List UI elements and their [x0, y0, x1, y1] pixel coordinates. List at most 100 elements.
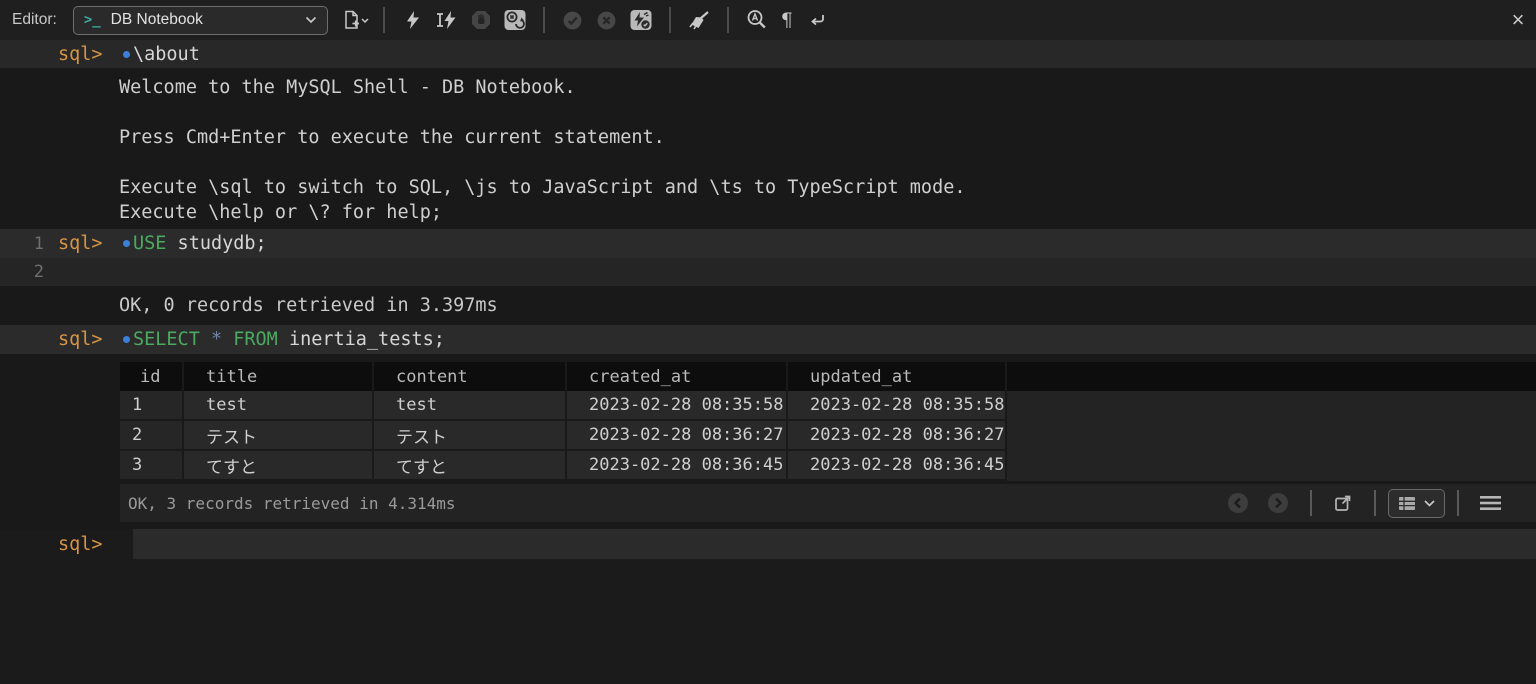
table-cell[interactable]: てすと: [184, 451, 374, 481]
table-cell[interactable]: 2023-02-28 08:36:27: [788, 421, 1007, 451]
status-text: OK, 0 records retrieved in 3.397ms: [119, 295, 498, 316]
grid-view-icon: [1398, 495, 1416, 512]
toolbar-separator: [727, 7, 729, 33]
result-line: Execute \sql to switch to SQL, \js to Ja…: [119, 175, 1536, 200]
table-cell[interactable]: 2023-02-28 08:36:45: [567, 451, 788, 481]
table-cell[interactable]: テスト: [374, 421, 567, 451]
sql-keyword: FROM: [233, 329, 278, 350]
column-header-content[interactable]: content: [374, 362, 567, 391]
db-notebook-app: Editor: >_ DB Notebook: [0, 0, 1536, 684]
result-line: Execute \help or \? for help;: [119, 200, 1536, 225]
use-result: OK, 0 records retrieved in 3.397ms: [0, 286, 1536, 325]
result-line: [119, 100, 1536, 125]
column-header-title[interactable]: title: [184, 362, 374, 391]
command-line-current[interactable]: sql>: [0, 529, 1536, 559]
table-body: 1 test test 2023-02-28 08:35:58 2023-02-…: [120, 391, 1536, 481]
close-icon: ×: [1512, 7, 1525, 32]
result-line: [119, 150, 1536, 175]
column-header-created-at[interactable]: created_at: [567, 362, 788, 391]
table-cell[interactable]: 2023-02-28 08:35:58: [567, 391, 788, 421]
stop-execution-button[interactable]: [464, 5, 498, 35]
commit-button[interactable]: [556, 5, 590, 35]
command-line-select[interactable]: sql> SELECT * FROM inertia_tests;: [0, 325, 1536, 354]
sql-keyword: SELECT: [133, 329, 200, 350]
table-row[interactable]: 2 テスト テスト 2023-02-28 08:36:27 2023-02-28…: [120, 421, 1536, 451]
table-cell[interactable]: 2023-02-28 08:35:58: [788, 391, 1007, 421]
command-text: studydb;: [166, 233, 266, 254]
table-cell[interactable]: test: [184, 391, 374, 421]
sql-prompt: sql>: [58, 44, 120, 65]
editor-toolbar: Editor: >_ DB Notebook: [0, 0, 1536, 40]
kill-query-button[interactable]: [498, 5, 532, 35]
current-line-highlight[interactable]: [133, 529, 1536, 559]
notebook-area: sql> \about Welcome to the MySQL Shell -…: [0, 40, 1536, 684]
empty-editor-line[interactable]: 2: [0, 258, 1536, 286]
toolbar-separator: [669, 7, 671, 33]
row-filler: [1007, 451, 1536, 481]
close-editor-button[interactable]: ×: [1504, 10, 1532, 30]
toolbar-separator: [543, 7, 545, 33]
column-header-id[interactable]: id: [120, 362, 184, 391]
row-filler: [1007, 391, 1536, 421]
table-cell[interactable]: テスト: [184, 421, 374, 451]
execute-all-button[interactable]: [396, 5, 430, 35]
table-cell[interactable]: てすと: [374, 451, 567, 481]
empty-area: [0, 559, 1536, 684]
table-cell[interactable]: 3: [120, 451, 184, 481]
line-number: 1: [0, 234, 44, 254]
row-filler: [1007, 421, 1536, 451]
results-table: id title content created_at updated_at 1…: [120, 362, 1536, 522]
statement-dot-icon: [120, 240, 133, 247]
column-header-updated-at[interactable]: updated_at: [788, 362, 1007, 391]
chevron-down-icon: [1424, 500, 1435, 507]
next-page-button[interactable]: [1267, 492, 1289, 514]
sql-prompt: sql>: [58, 534, 120, 555]
result-menu-button[interactable]: [1480, 494, 1501, 512]
previous-page-button[interactable]: [1227, 492, 1249, 514]
select-result: id title content created_at updated_at 1…: [0, 354, 1536, 529]
footer-separator: [1310, 490, 1312, 516]
line-number: 2: [0, 262, 44, 282]
about-result: Welcome to the MySQL Shell - DB Notebook…: [0, 68, 1536, 229]
sql-prompt: sql>: [58, 233, 120, 254]
result-line: Press Cmd+Enter to execute the current s…: [119, 125, 1536, 150]
show-whitespace-button[interactable]: ¶: [774, 5, 800, 35]
command-text: inertia_tests;: [278, 329, 445, 350]
autocommit-button[interactable]: [624, 5, 658, 35]
command-text: \about: [133, 44, 200, 65]
table-cell[interactable]: 2023-02-28 08:36:27: [567, 421, 788, 451]
footer-separator: [1374, 490, 1376, 516]
statement-dot-icon: [120, 51, 133, 58]
table-row[interactable]: 1 test test 2023-02-28 08:35:58 2023-02-…: [120, 391, 1536, 421]
sql-keyword: USE: [133, 233, 166, 254]
footer-separator: [1457, 490, 1459, 516]
result-status-bar: OK, 3 records retrieved in 4.314ms: [120, 484, 1536, 522]
editor-label: Editor:: [12, 11, 57, 29]
table-header-row: id title content created_at updated_at: [120, 362, 1536, 391]
command-line-about[interactable]: sql> \about: [0, 40, 1536, 68]
view-style-button[interactable]: [1388, 489, 1445, 518]
table-cell[interactable]: 2023-02-28 08:36:45: [788, 451, 1007, 481]
new-script-button[interactable]: [338, 5, 372, 35]
status-text: OK, 3 records retrieved in 4.314ms: [128, 494, 1218, 513]
hamburger-icon: [1480, 494, 1501, 512]
execute-caret-button[interactable]: [430, 5, 464, 35]
editor-selector-dropdown[interactable]: >_ DB Notebook: [73, 6, 328, 35]
table-cell[interactable]: 1: [120, 391, 184, 421]
table-row[interactable]: 3 てすと てすと 2023-02-28 08:36:45 2023-02-28…: [120, 451, 1536, 481]
statement-dot-icon: [120, 336, 133, 343]
terminal-icon: >_: [84, 12, 101, 28]
clean-editor-button[interactable]: [682, 5, 716, 35]
result-line: Welcome to the MySQL Shell - DB Notebook…: [119, 75, 1536, 100]
command-line-use[interactable]: 1 sql> USE studydb;: [0, 229, 1536, 258]
word-wrap-button[interactable]: [800, 5, 834, 35]
rollback-button[interactable]: [590, 5, 624, 35]
pilcrow-icon: ¶: [781, 9, 793, 31]
toolbar-separator: [383, 7, 385, 33]
table-cell[interactable]: 2: [120, 421, 184, 451]
table-cell[interactable]: test: [374, 391, 567, 421]
open-new-tab-button[interactable]: [1333, 493, 1353, 513]
chevron-down-icon: [305, 16, 317, 24]
sql-prompt: sql>: [58, 329, 120, 350]
find-button[interactable]: [740, 5, 774, 35]
